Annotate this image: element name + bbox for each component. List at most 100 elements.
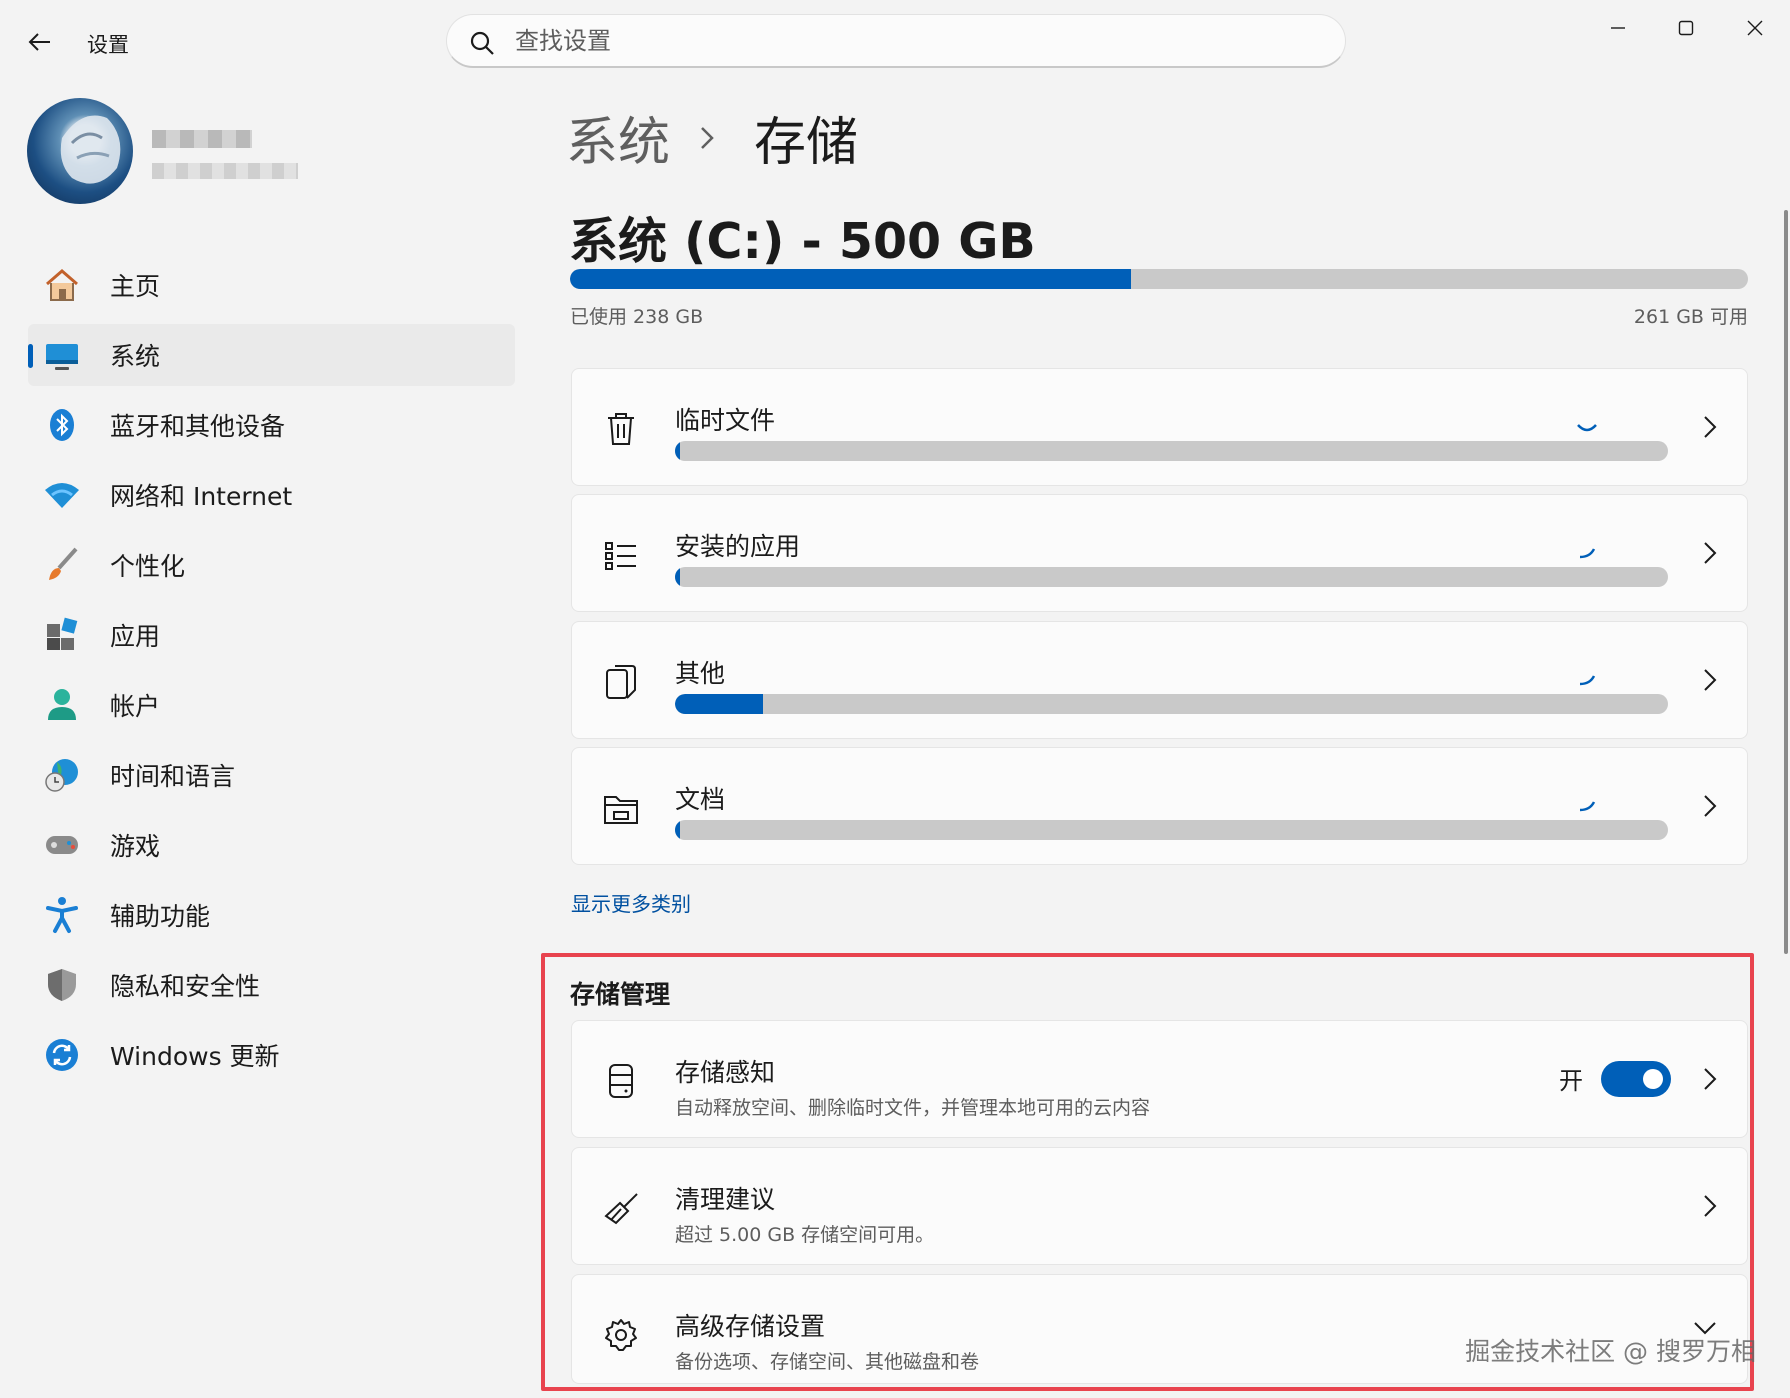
sidebar-item-personalization[interactable]: 个性化 bbox=[28, 534, 515, 596]
accessibility-icon bbox=[42, 895, 82, 935]
app-title: 设置 bbox=[87, 33, 129, 57]
gear-icon bbox=[602, 1315, 640, 1355]
category-usage-fill bbox=[675, 820, 680, 840]
sidebar-item-gaming[interactable]: 游戏 bbox=[28, 814, 515, 876]
globe-clock-icon bbox=[42, 755, 82, 795]
search-input[interactable] bbox=[515, 23, 1315, 59]
category-card-other[interactable]: 其他 bbox=[571, 621, 1748, 739]
setting-description: 自动释放空间、删除临时文件，并管理本地可用的云内容 bbox=[675, 1097, 1151, 1119]
maximize-button[interactable] bbox=[1658, 8, 1714, 48]
page-title: 存储 bbox=[754, 113, 859, 173]
category-card-installed-apps[interactable]: 安装的应用 bbox=[571, 494, 1748, 612]
sidebar-nav: 主页 系统 蓝牙和其他设备 网络和 Internet 个性化 应用 帐户 时间和… bbox=[28, 254, 515, 1094]
avatar[interactable] bbox=[27, 98, 133, 204]
sidebar-item-time-language[interactable]: 时间和语言 bbox=[28, 744, 515, 806]
sidebar-item-system[interactable]: 系统 bbox=[28, 324, 515, 386]
sidebar-item-label: 游戏 bbox=[110, 832, 161, 861]
search-icon bbox=[470, 31, 494, 55]
category-usage-fill bbox=[675, 694, 764, 714]
sidebar-item-label: 主页 bbox=[110, 272, 161, 301]
sidebar-item-network[interactable]: 网络和 Internet bbox=[28, 464, 515, 526]
user-name-redacted bbox=[152, 130, 252, 148]
loading-spinner-icon bbox=[1579, 801, 1596, 812]
category-label: 文档 bbox=[675, 785, 726, 814]
chevron-right-icon bbox=[1704, 1068, 1717, 1090]
category-usage-bar bbox=[675, 694, 1668, 714]
setting-description: 备份选项、存储空间、其他磁盘和卷 bbox=[675, 1351, 980, 1373]
system-display-icon bbox=[42, 335, 82, 375]
storage-sense-card[interactable]: 存储感知 自动释放空间、删除临时文件，并管理本地可用的云内容 开 bbox=[571, 1020, 1748, 1138]
breadcrumb-parent[interactable]: 系统 bbox=[566, 100, 670, 175]
apps-icon bbox=[42, 615, 82, 655]
sidebar-item-accounts[interactable]: 帐户 bbox=[28, 674, 515, 736]
minimize-icon bbox=[1611, 27, 1625, 29]
chevron-right-icon bbox=[1704, 1195, 1717, 1217]
category-card-documents[interactable]: 文档 bbox=[571, 747, 1748, 865]
drive-title: 系统 (C:) - 500 GB bbox=[569, 213, 1036, 270]
category-card-temp-files[interactable]: 临时文件 bbox=[571, 368, 1748, 486]
storage-sense-icon bbox=[602, 1061, 640, 1101]
category-usage-bar bbox=[675, 567, 1668, 587]
update-icon bbox=[42, 1035, 82, 1075]
folder-icon bbox=[602, 788, 640, 828]
sidebar-item-accessibility[interactable]: 辅助功能 bbox=[28, 884, 515, 946]
close-button[interactable] bbox=[1727, 8, 1783, 48]
list-icon bbox=[602, 535, 640, 575]
category-usage-bar bbox=[675, 441, 1668, 461]
close-icon bbox=[1747, 20, 1763, 36]
sidebar-item-label: 辅助功能 bbox=[110, 902, 211, 931]
home-icon bbox=[42, 265, 82, 305]
sidebar-item-label: 蓝牙和其他设备 bbox=[110, 412, 286, 441]
toggle-knob bbox=[1643, 1069, 1663, 1089]
chevron-right-icon bbox=[1704, 416, 1717, 438]
sidebar-item-label: 时间和语言 bbox=[110, 762, 236, 791]
drive-usage-bar bbox=[570, 269, 1748, 289]
show-more-categories-link[interactable]: 显示更多类别 bbox=[571, 888, 691, 917]
cleanup-recommendations-card[interactable]: 清理建议 超过 5.00 GB 存储空间可用。 bbox=[571, 1147, 1748, 1265]
trash-icon bbox=[602, 409, 640, 449]
drive-used-label: 已使用 238 GB bbox=[570, 306, 704, 328]
loading-spinner-icon bbox=[1579, 675, 1596, 686]
toggle-state-label: 开 bbox=[1559, 1067, 1583, 1095]
sidebar-item-label: Windows 更新 bbox=[110, 1042, 280, 1071]
sidebar-item-privacy[interactable]: 隐私和安全性 bbox=[28, 954, 515, 1016]
setting-label: 存储感知 bbox=[675, 1058, 776, 1087]
drive-usage-fill bbox=[570, 269, 1131, 289]
bluetooth-icon bbox=[42, 405, 82, 445]
category-usage-bar bbox=[675, 820, 1668, 840]
setting-label: 高级存储设置 bbox=[675, 1312, 826, 1341]
setting-description: 超过 5.00 GB 存储空间可用。 bbox=[675, 1224, 935, 1246]
watermark: 掘金技术社区 @ 搜罗万相 bbox=[1465, 1337, 1756, 1366]
sidebar-item-label: 隐私和安全性 bbox=[110, 972, 261, 1001]
back-arrow-icon bbox=[28, 33, 50, 51]
loading-spinner-icon bbox=[1579, 548, 1596, 559]
chevron-right-icon bbox=[700, 126, 724, 150]
chevron-right-icon bbox=[1704, 669, 1717, 691]
avatar-owl-image bbox=[60, 115, 121, 184]
sidebar-item-label: 帐户 bbox=[110, 692, 161, 721]
back-button[interactable] bbox=[22, 24, 58, 60]
sidebar-item-label: 个性化 bbox=[110, 552, 186, 581]
sidebar-item-label: 网络和 Internet bbox=[110, 482, 293, 511]
category-label: 临时文件 bbox=[675, 406, 776, 435]
sidebar-item-bluetooth[interactable]: 蓝牙和其他设备 bbox=[28, 394, 515, 456]
storage-sense-toggle[interactable] bbox=[1601, 1061, 1671, 1097]
setting-label: 清理建议 bbox=[675, 1185, 776, 1214]
category-label: 安装的应用 bbox=[675, 532, 801, 561]
category-usage-fill bbox=[675, 567, 680, 587]
category-usage-fill bbox=[675, 441, 680, 461]
drive-free-label: 261 GB 可用 bbox=[1633, 306, 1748, 328]
sidebar-item-apps[interactable]: 应用 bbox=[28, 604, 515, 666]
other-files-icon bbox=[602, 662, 640, 702]
minimize-button[interactable] bbox=[1590, 8, 1646, 48]
search-box[interactable] bbox=[446, 14, 1346, 68]
category-label: 其他 bbox=[675, 659, 726, 688]
broom-icon bbox=[602, 1188, 640, 1228]
sidebar-item-home[interactable]: 主页 bbox=[28, 254, 515, 316]
sidebar-item-windows-update[interactable]: Windows 更新 bbox=[28, 1024, 515, 1086]
scrollbar[interactable] bbox=[1784, 210, 1788, 954]
section-title: 存储管理 bbox=[570, 980, 671, 1009]
account-icon bbox=[42, 685, 82, 725]
sidebar-item-label: 应用 bbox=[110, 622, 161, 651]
chevron-right-icon bbox=[1704, 542, 1717, 564]
